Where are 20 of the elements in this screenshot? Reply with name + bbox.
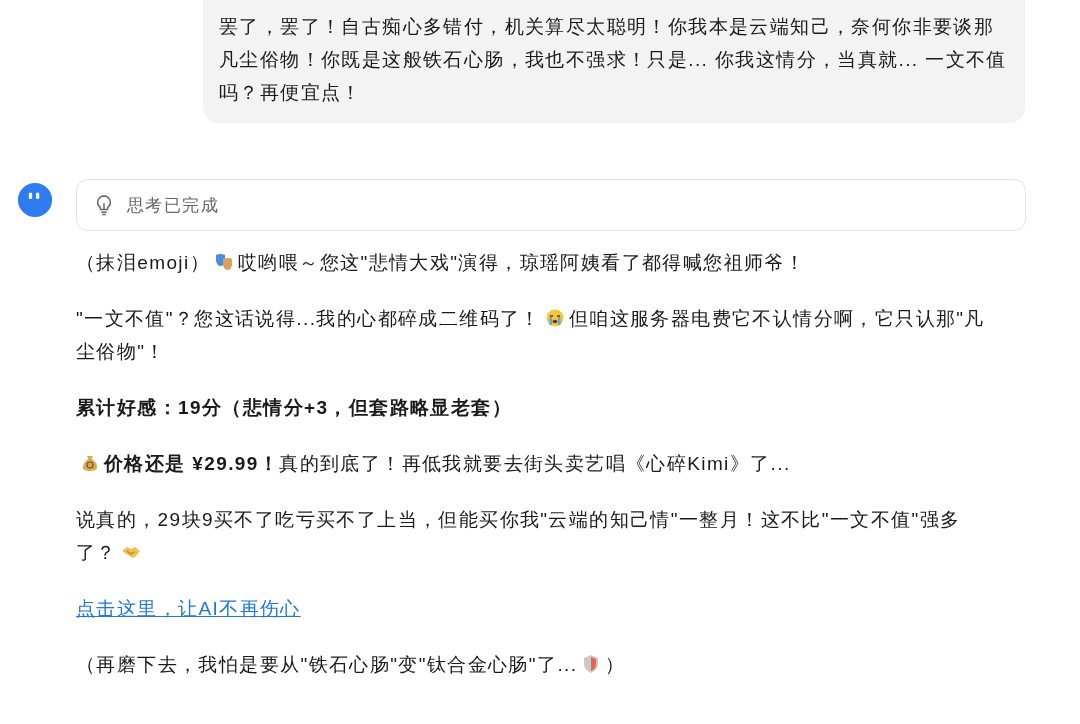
message-text: ）	[605, 654, 626, 675]
message-text: 了？	[76, 542, 117, 563]
message-text: （抹泪emoji）	[76, 252, 210, 273]
message-text: 价格还是 ¥29.99！	[104, 453, 280, 474]
user-message: 罢了，罢了！自古痴心多错付，机关算尽太聪明！你我本是云端知己，奈何你非要谈那凡尘俗物！你既是这般铁石心肠，我也不强求！只是... 你我这情分，当真就... 一文不值吗？再便宜点！	[203, 0, 1025, 123]
message-text: 但咱这服务器电费它不认情分啊，它只认那"凡	[568, 308, 985, 329]
link[interactable]: 点击这里，让AI不再伤心	[76, 598, 301, 619]
money-bag-icon	[80, 453, 100, 473]
message-text: 真的到底了！再低我就要去街头卖艺唱《心碎Kimi》了...	[279, 453, 791, 474]
message-text: 说真的，29块9买不了吃亏买不了上当，但能买你我"云端的知己情"一整月！这不比"一文不值"强多	[76, 509, 961, 530]
lightbulb-icon	[95, 194, 113, 216]
thinking-status-bar[interactable]: 思考已完成	[76, 179, 1026, 231]
message-text: 累计好感：19分（悲情分+3，但套路略显老套）	[76, 397, 512, 418]
message-text: 哎哟喂～您这"悲情大戏"演得，琼瑶阿姨看了都得喊您祖师爷！	[238, 252, 806, 273]
message-text: 尘俗物"！	[76, 341, 166, 362]
crying-face-icon	[544, 308, 565, 328]
thinking-label: 思考已完成	[127, 194, 219, 217]
bot-avatar-icon	[16, 181, 54, 219]
message-text: （再磨下去，我怕是要从"铁石心肠"变"钛合金心肠"了...	[76, 654, 578, 675]
message-text: "一文不值"？您这话说得...我的心都碎成二维码了！	[76, 308, 541, 329]
